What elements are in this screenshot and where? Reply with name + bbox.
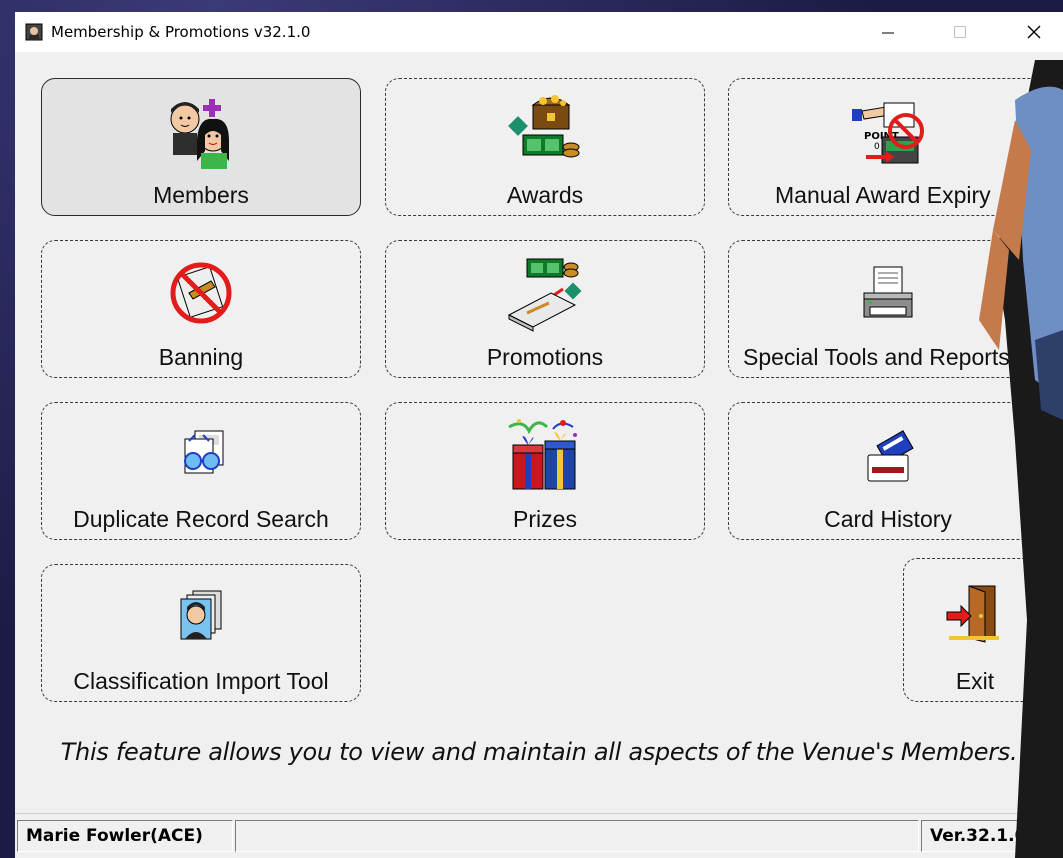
prizes-label: Prizes bbox=[513, 506, 577, 532]
maximize-icon bbox=[954, 26, 966, 38]
members-label: Members bbox=[153, 182, 249, 208]
duplicate-search-icon bbox=[159, 415, 243, 495]
banning-icon bbox=[159, 253, 243, 333]
feature-description: This feature allows you to view and main… bbox=[60, 738, 1018, 766]
classification-import-tool-tile[interactable]: Classification Import Tool bbox=[41, 564, 361, 702]
minimize-button[interactable] bbox=[865, 12, 911, 52]
status-user: Marie Fowler(ACE) bbox=[17, 820, 233, 852]
promotions-tile[interactable]: Promotions bbox=[385, 240, 705, 378]
app-window: Membership & Promotions v32.1.0 Members … bbox=[15, 12, 1063, 858]
banning-tile[interactable]: Banning bbox=[41, 240, 361, 378]
members-icon bbox=[159, 91, 243, 171]
svg-text:0: 0 bbox=[874, 142, 880, 152]
printer-icon bbox=[846, 253, 930, 333]
members-tile[interactable]: Members bbox=[41, 78, 361, 216]
point-expiry-icon: POINT 0 bbox=[846, 91, 930, 171]
card-icon bbox=[846, 415, 930, 495]
minimize-icon bbox=[882, 32, 894, 34]
window-title: Membership & Promotions v32.1.0 bbox=[51, 23, 311, 41]
promotions-label: Promotions bbox=[486, 344, 604, 370]
awards-label: Awards bbox=[506, 182, 584, 208]
portrait-icon bbox=[159, 577, 243, 657]
maximize-button[interactable] bbox=[937, 12, 983, 52]
classification-import-tool-label: Classification Import Tool bbox=[73, 668, 329, 694]
mascot-figure bbox=[979, 60, 1063, 858]
duplicate-record-search-tile[interactable]: Duplicate Record Search bbox=[41, 402, 361, 540]
prizes-tile[interactable]: Prizes bbox=[385, 402, 705, 540]
duplicate-record-search-label: Duplicate Record Search bbox=[73, 506, 329, 532]
awards-icon bbox=[503, 91, 587, 171]
close-icon bbox=[1027, 25, 1041, 39]
close-button[interactable] bbox=[1011, 12, 1057, 52]
app-icon bbox=[25, 23, 43, 41]
gift-icon bbox=[503, 415, 587, 495]
title-bar: Membership & Promotions v32.1.0 bbox=[15, 12, 1063, 52]
status-bar: Marie Fowler(ACE) Ver.32.1.0 bbox=[15, 813, 1063, 858]
banning-label: Banning bbox=[158, 344, 244, 370]
promotions-icon bbox=[503, 253, 587, 333]
awards-tile[interactable]: Awards bbox=[385, 78, 705, 216]
status-message bbox=[235, 820, 919, 852]
